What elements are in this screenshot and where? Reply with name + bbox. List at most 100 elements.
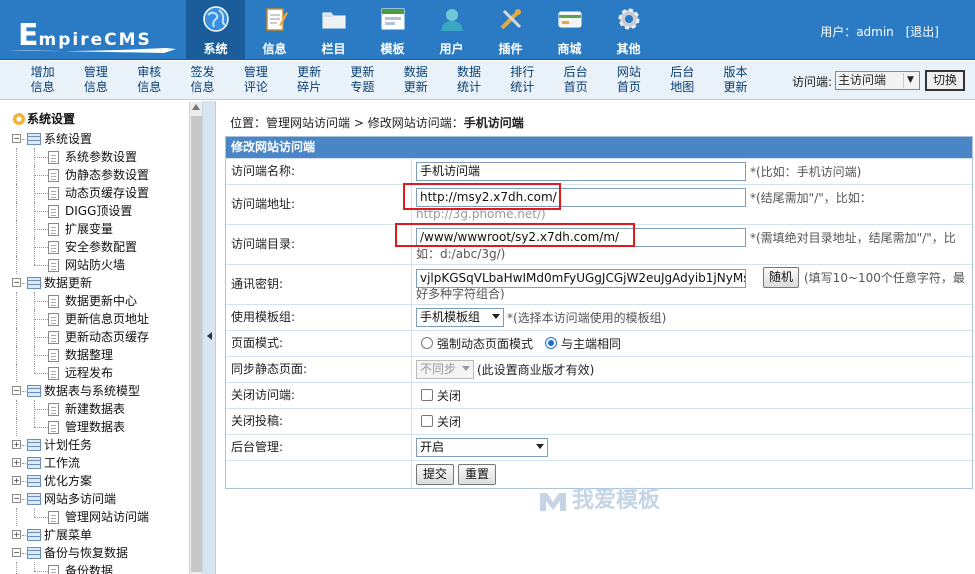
switch-button[interactable]: 切换 bbox=[925, 70, 965, 91]
tree-connector bbox=[16, 508, 17, 526]
scroll-thumb[interactable] bbox=[191, 116, 202, 572]
quick-link-data-stats[interactable]: 数据统计 bbox=[442, 65, 495, 95]
name-label: 访问端名称: bbox=[226, 159, 412, 184]
tree-connector bbox=[34, 175, 48, 176]
submit-button[interactable]: 提交 bbox=[416, 464, 454, 485]
tree-connector bbox=[16, 238, 17, 256]
nav-template[interactable]: 模板 bbox=[363, 0, 422, 60]
empirecms-logo[interactable]: EmpireCMS bbox=[6, 8, 181, 56]
collapse-icon[interactable]: − bbox=[12, 278, 21, 287]
close-visit-checkbox[interactable] bbox=[421, 389, 433, 401]
tree-connector bbox=[34, 517, 48, 518]
tools-icon bbox=[500, 9, 522, 30]
tree-folder-label: 计划任务 bbox=[44, 438, 93, 452]
collapse-icon[interactable]: − bbox=[12, 134, 21, 143]
tree-connector bbox=[22, 499, 26, 500]
quick-link-manage-info[interactable]: 管理信息 bbox=[69, 65, 122, 95]
collapse-icon[interactable]: − bbox=[12, 386, 21, 395]
expand-icon[interactable]: + bbox=[12, 440, 21, 449]
row-close-visit: 关闭访问端: 关闭 bbox=[226, 382, 972, 408]
tree-connector bbox=[16, 256, 17, 274]
nav-user[interactable]: 用户 bbox=[422, 0, 481, 60]
nav-column[interactable]: 栏目 bbox=[304, 0, 363, 60]
nav-label: 栏目 bbox=[321, 42, 346, 56]
tree-connector bbox=[16, 400, 17, 418]
quick-link-add-info[interactable]: 增加信息 bbox=[16, 65, 69, 95]
quick-link-data-update[interactable]: 数据更新 bbox=[389, 65, 442, 95]
chevron-down-icon bbox=[536, 444, 544, 449]
quick-link-admin-home[interactable]: 后台首页 bbox=[549, 65, 602, 95]
collapse-icon[interactable]: − bbox=[12, 548, 21, 557]
quick-link-site-home[interactable]: 网站首页 bbox=[602, 65, 655, 95]
collapse-icon[interactable]: − bbox=[12, 494, 21, 503]
folder-list-icon bbox=[27, 547, 41, 559]
globe-icon bbox=[203, 6, 229, 32]
random-key-button[interactable]: 随机 bbox=[763, 267, 799, 288]
top-header: EmpireCMS 系统 信息 栏目 模板 用户 插件 商城 其他 用户：adm… bbox=[0, 0, 975, 60]
visitor-select[interactable]: 主访问端 ▼ bbox=[835, 71, 920, 90]
template-select[interactable]: 手机模板组 bbox=[416, 308, 504, 327]
nav-system[interactable]: 系统 bbox=[186, 0, 245, 60]
expand-icon[interactable]: + bbox=[12, 530, 21, 539]
tree-connector bbox=[34, 508, 35, 517]
breadcrumb-link-manage[interactable]: 管理网站访问端 bbox=[266, 116, 350, 130]
sidebar-scrollbar[interactable] bbox=[189, 102, 202, 574]
sidebar-toggle[interactable] bbox=[203, 101, 216, 574]
watermark: 我爱模板 bbox=[538, 482, 660, 514]
quick-link-version-update[interactable]: 版本更新 bbox=[709, 65, 762, 95]
tree-connector bbox=[34, 265, 48, 266]
row-name: 访问端名称: 手机访问端 *(比如：手机访问端) bbox=[226, 158, 972, 184]
page-icon bbox=[48, 313, 59, 326]
expand-icon[interactable]: + bbox=[12, 458, 21, 467]
radio-dynamic[interactable] bbox=[421, 337, 433, 349]
tree-connector bbox=[34, 319, 48, 320]
quick-link-admin-map[interactable]: 后台地图 bbox=[656, 65, 709, 95]
nav-label: 模板 bbox=[380, 42, 405, 56]
tree-item-label: 伪静态参数设置 bbox=[65, 168, 150, 182]
tree-connector bbox=[34, 355, 48, 356]
sync-label: 同步静态页面: bbox=[226, 357, 412, 382]
tree-item-label: 扩展变量 bbox=[65, 222, 114, 236]
tree-connector bbox=[34, 364, 35, 373]
key-hint: (填写10~100个任意字符，最 bbox=[804, 271, 965, 285]
tree-item-label: 数据整理 bbox=[65, 348, 114, 362]
breadcrumb-link-edit[interactable]: 修改网站访问端 bbox=[368, 116, 452, 130]
quick-link-topics[interactable]: 更新专题 bbox=[336, 65, 389, 95]
quick-link-review-info[interactable]: 审核信息 bbox=[123, 65, 176, 95]
sync-select: 不同步 bbox=[416, 360, 474, 379]
folder-list-icon bbox=[27, 475, 41, 487]
quick-link-sign-info[interactable]: 签发信息 bbox=[176, 65, 229, 95]
dir-label: 访问端目录: bbox=[226, 225, 412, 264]
reset-button[interactable]: 重置 bbox=[458, 464, 496, 485]
quick-link-rank-stats[interactable]: 排行统计 bbox=[496, 65, 549, 95]
quick-link-comments[interactable]: 管理评论 bbox=[229, 65, 282, 95]
nav-plugin[interactable]: 插件 bbox=[481, 0, 540, 60]
template-hint: *(选择本访问端使用的模板组) bbox=[507, 311, 667, 325]
logout-link[interactable]: [退出] bbox=[906, 25, 939, 39]
row-page-mode: 页面模式: 强制动态页面模式 与主端相同 bbox=[226, 330, 972, 356]
nav-other[interactable]: 其他 bbox=[599, 0, 658, 60]
tree-connector bbox=[16, 346, 17, 364]
nav-shop[interactable]: 商城 bbox=[540, 0, 599, 60]
edit-visitor-form: 修改网站访问端 访问端名称: 手机访问端 *(比如：手机访问端) 访问端地址: … bbox=[225, 136, 973, 489]
gear-icon bbox=[618, 8, 640, 30]
page-icon bbox=[48, 223, 59, 236]
tree-folder-label: 数据更新 bbox=[44, 276, 93, 290]
tree-folder-label: 扩展菜单 bbox=[44, 528, 93, 542]
radio-same-as-main[interactable] bbox=[545, 337, 557, 349]
url-label: 访问端地址: bbox=[226, 185, 412, 224]
scroll-up-icon[interactable] bbox=[192, 104, 200, 110]
quick-link-fragments[interactable]: 更新碎片 bbox=[282, 65, 335, 95]
tree-connector bbox=[16, 148, 17, 166]
close-post-checkbox[interactable] bbox=[421, 415, 433, 427]
admin-select[interactable]: 开启 bbox=[416, 438, 548, 457]
radio-same-label: 与主端相同 bbox=[561, 337, 622, 351]
user-label: 用户：admin bbox=[820, 25, 894, 39]
window-icon bbox=[381, 8, 405, 30]
folder-icon bbox=[322, 12, 346, 29]
nav-info[interactable]: 信息 bbox=[245, 0, 304, 60]
chevron-down-icon bbox=[492, 314, 500, 319]
visitor-label: 访问端: bbox=[792, 75, 833, 89]
expand-icon[interactable]: + bbox=[12, 476, 21, 485]
name-input[interactable]: 手机访问端 bbox=[416, 162, 746, 181]
